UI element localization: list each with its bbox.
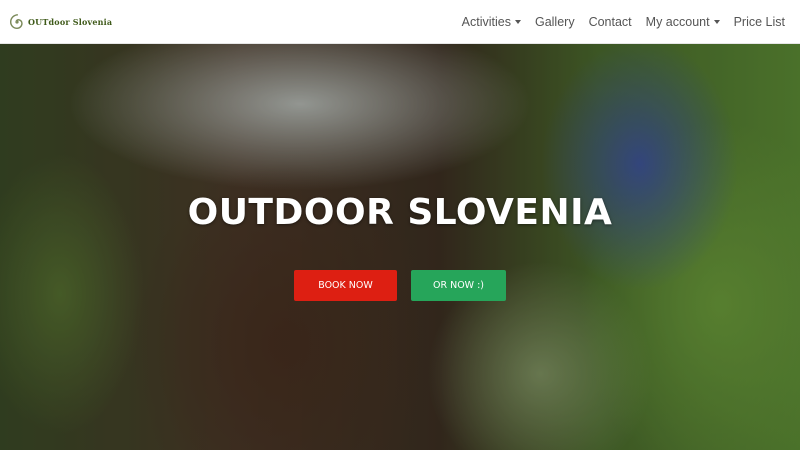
logo-text: OUTdoor Slovenia — [28, 16, 113, 27]
top-navbar: OUTdoor Slovenia Activities Gallery Cont… — [0, 0, 800, 44]
nav-item-label: Gallery — [534, 14, 575, 29]
nav-item-label: Price List — [733, 14, 785, 29]
nav-item-my-account[interactable]: My account — [639, 0, 727, 44]
site-logo[interactable]: OUTdoor Slovenia — [8, 0, 112, 44]
hero-title: OUTDOOR SLOVENIA — [187, 192, 613, 233]
or-now-button[interactable]: OR NOW :) — [411, 270, 506, 301]
nav-item-gallery[interactable]: Gallery — [528, 0, 582, 44]
nav-item-price-list[interactable]: Price List — [727, 0, 792, 44]
nav-item-activities[interactable]: Activities — [455, 0, 528, 44]
spiral-logo-icon — [9, 13, 23, 29]
caret-down-icon — [713, 19, 720, 24]
hero-section: OUTDOOR SLOVENIA BOOK NOW OR NOW :) — [0, 44, 800, 450]
hero-buttons: BOOK NOW OR NOW :) — [0, 270, 800, 301]
book-now-button[interactable]: BOOK NOW — [294, 270, 397, 301]
nav-item-label: Contact — [588, 14, 632, 29]
caret-down-icon — [514, 19, 521, 24]
nav-item-label: My account — [645, 14, 710, 29]
main-nav: Activities Gallery Contact My account Pr… — [455, 0, 792, 44]
nav-item-contact[interactable]: Contact — [582, 0, 639, 44]
hero-background-image — [0, 44, 800, 450]
nav-item-label: Activities — [461, 14, 511, 29]
